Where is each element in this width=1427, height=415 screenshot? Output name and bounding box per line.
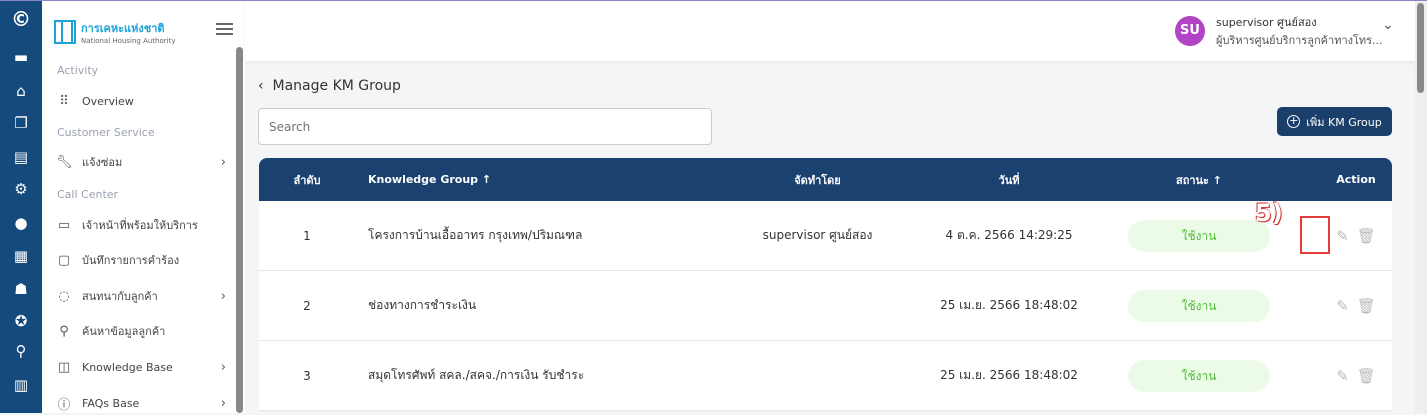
delete-icon[interactable]: 🗑︎ <box>1357 367 1376 385</box>
edit-icon[interactable]: ✎ <box>1336 367 1349 385</box>
col-created-by: จัดทำโดย <box>794 173 841 187</box>
col-date: วันที่ <box>998 173 1020 187</box>
search-icon[interactable]: ⚲ <box>0 341 42 361</box>
sidebar-scrollbar[interactable] <box>236 47 243 413</box>
sidebar-item-label: สนทนากับลูกค้า <box>82 290 158 303</box>
row-group: สมุดโทรศัพท์ สคล./สคจ./การเงิน รับชำระ <box>368 368 585 382</box>
chevron-right-icon: › <box>220 359 226 375</box>
sidebar-item-overview[interactable]: ⠿ Overview <box>56 89 226 113</box>
add-km-group-button[interactable]: + เพิ่ม KM Group <box>1277 107 1392 136</box>
km-group-table: ลำดับ Knowledge Group ↑ จัดทำโดย วันที่ … <box>259 158 1392 411</box>
status-badge: ใช้งาน <box>1128 289 1270 322</box>
chart-icon[interactable]: ▥ <box>0 375 42 395</box>
team-icon[interactable]: ☗ <box>0 279 42 299</box>
edit-icon[interactable]: ✎ <box>1336 297 1349 315</box>
row-number: 2 <box>303 298 311 313</box>
table-row: 3 สมุดโทรศัพท์ สคล./สคจ./การเงิน รับชำระ… <box>259 341 1392 411</box>
top-header: SU supervisor ศูนย์สอง ผู้บริหารศูนย์บริ… <box>245 1 1415 61</box>
briefcase-icon[interactable]: ▬ <box>0 47 42 67</box>
page-title[interactable]: ‹ Manage KM Group <box>258 78 401 94</box>
app-logo-icon: © <box>11 7 31 31</box>
section-call-center: Call Center <box>57 188 119 201</box>
row-group: โครงการบ้านเอื้ออาทร กรุงเทพ/ปริมณฑล <box>368 228 583 242</box>
row-number: 1 <box>303 228 311 243</box>
plus-circle-icon: + <box>1287 114 1301 128</box>
section-customer-service: Customer Service <box>57 126 155 139</box>
search-input[interactable] <box>258 108 712 145</box>
col-knowledge-group[interactable]: Knowledge Group ↑ <box>355 173 695 186</box>
status-badge: ใช้งาน <box>1128 219 1270 252</box>
sidebar-item-knowledge-base[interactable]: ◫ Knowledge Base › <box>56 355 226 379</box>
icon-rail: © ▬ ⌂ ❐ ▤ ⚙ ● ▦ ☗ ✪ ⚲ ▥ <box>0 1 42 413</box>
clipboard-icon: ▢ <box>57 252 71 268</box>
sidebar-item-label: แจ้งซ่อม <box>82 156 123 169</box>
document-icon[interactable]: ▤ <box>0 147 42 167</box>
sidebar-item-available-agents[interactable]: ▭ เจ้าหน้าที่พร้อมให้บริการ <box>56 213 226 237</box>
grid-icon: ⠿ <box>59 93 69 109</box>
user-icon[interactable]: ● <box>0 213 42 233</box>
monitor-icon: ▭ <box>57 217 71 233</box>
sidebar-item-chat[interactable]: ◌ สนทนากับลูกค้า › <box>56 284 226 308</box>
help-icon: ⓘ <box>57 397 71 413</box>
sidebar-item-label: เจ้าหน้าที่พร้อมให้บริการ <box>82 219 198 232</box>
book-icon: ◫ <box>57 359 71 375</box>
home-icon[interactable]: ⌂ <box>0 81 42 101</box>
sidebar: การเคหะแห่งชาติ National Housing Authori… <box>42 1 245 413</box>
col-action: Action <box>1336 173 1376 186</box>
chevron-down-icon[interactable]: ⌄ <box>1382 17 1394 33</box>
row-date: 25 เม.ย. 2566 18:48:02 <box>940 298 1078 312</box>
row-created-by: supervisor ศูนย์สอง <box>762 228 873 242</box>
chevron-right-icon: › <box>220 395 226 411</box>
sidebar-item-customer-search[interactable]: ⚲ ค้นหาข้อมูลลูกค้า <box>56 319 226 343</box>
table-header: ลำดับ Knowledge Group ↑ จัดทำโดย วันที่ … <box>259 158 1392 201</box>
user-role: ผู้บริหารศูนย์บริการลูกค้าทางโทร... <box>1216 34 1383 47</box>
settings-icon[interactable]: ⚙ <box>0 179 42 199</box>
row-date: 25 เม.ย. 2566 18:48:02 <box>940 368 1078 382</box>
sidebar-item-label: FAQs Base <box>82 396 140 410</box>
chat-icon: ◌ <box>58 288 70 304</box>
chevron-right-icon: › <box>220 288 226 304</box>
sidebar-item-label: บันทึกรายการคำร้อง <box>82 254 180 267</box>
copy-icon[interactable]: ❐ <box>0 113 42 133</box>
sidebar-item-requests[interactable]: ▢ บันทึกรายการคำร้อง <box>56 248 226 272</box>
sidebar-item-label: ค้นหาข้อมูลลูกค้า <box>82 325 166 338</box>
section-activity: Activity <box>57 64 99 77</box>
page-title-text: Manage KM Group <box>272 78 401 94</box>
add-button-label: เพิ่ม KM Group <box>1306 115 1382 129</box>
sidebar-item-label: Overview <box>82 94 134 108</box>
table-row: 1 โครงการบ้านเอื้ออาทร กรุงเทพ/ปริมณฑล s… <box>259 199 1392 271</box>
highlight-box <box>1300 216 1330 254</box>
wrench-icon: 🔧︎ <box>56 154 73 170</box>
user-name: supervisor ศูนย์สอง <box>1216 16 1317 29</box>
row-date: 4 ต.ค. 2566 14:29:25 <box>945 228 1073 242</box>
table-row: 2 ช่องทางการชำระเงิน 25 เม.ย. 2566 18:48… <box>259 271 1392 341</box>
sidebar-item-label: Knowledge Base <box>82 360 173 374</box>
avatar[interactable]: SU <box>1175 16 1205 46</box>
sidebar-item-faqs[interactable]: ⓘ FAQs Base › <box>56 391 226 415</box>
step-annotation: 5) <box>1255 199 1283 227</box>
page-scrollbar[interactable] <box>1415 1 1427 413</box>
delete-icon[interactable]: 🗑︎ <box>1357 227 1376 245</box>
row-number: 3 <box>303 368 311 383</box>
row-group: ช่องทางการชำระเงิน <box>368 298 477 312</box>
nha-logo: การเคหะแห่งชาติ National Housing Authori… <box>54 19 175 45</box>
chevron-right-icon: › <box>220 154 226 170</box>
gear-badge-icon[interactable]: ✪ <box>0 311 42 331</box>
edit-icon[interactable]: ✎ <box>1336 227 1349 245</box>
delete-icon[interactable]: 🗑︎ <box>1357 297 1376 315</box>
logo-title: การเคหะแห่งชาติ <box>81 22 165 35</box>
menu-toggle-icon[interactable] <box>216 23 233 35</box>
search-icon: ⚲ <box>59 323 69 339</box>
back-icon[interactable]: ‹ <box>258 78 264 94</box>
nha-logo-icon <box>54 20 76 44</box>
logo-subtitle: National Housing Authority <box>81 37 176 45</box>
col-order: ลำดับ <box>293 173 321 187</box>
apps-add-icon[interactable]: ▦ <box>0 246 42 266</box>
status-badge: ใช้งาน <box>1128 359 1270 392</box>
sidebar-item-repair[interactable]: 🔧︎ แจ้งซ่อม › <box>56 150 226 174</box>
col-status[interactable]: สถานะ ↑ <box>1078 171 1320 189</box>
